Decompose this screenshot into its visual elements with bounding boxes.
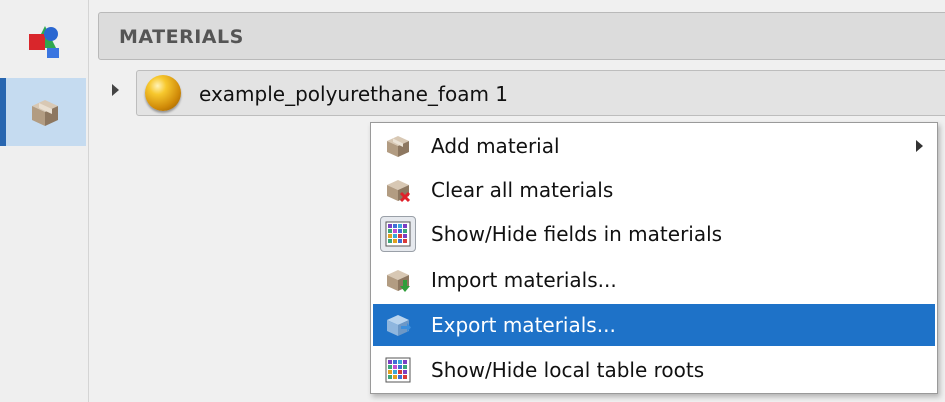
section-title: MATERIALS bbox=[119, 26, 244, 48]
menu-item-add-material[interactable]: Add material bbox=[373, 125, 935, 167]
grid-toggle-icon bbox=[385, 221, 411, 247]
menu-item-label: Add material bbox=[431, 134, 560, 158]
tree-row[interactable]: example_polyurethane_foam 1 bbox=[98, 70, 945, 116]
submenu-arrow-icon bbox=[916, 140, 923, 152]
material-sphere-icon bbox=[145, 75, 181, 111]
material-label: example_polyurethane_foam 1 bbox=[199, 82, 509, 106]
context-menu: Add material Clear all materials Show/Hi… bbox=[370, 122, 938, 394]
box-icon bbox=[32, 100, 58, 126]
box-export-icon bbox=[387, 315, 411, 336]
expand-arrow-icon[interactable] bbox=[112, 84, 119, 96]
menu-item-show-hide-local-table-roots[interactable]: Show/Hide local table roots bbox=[373, 349, 935, 391]
box-icon bbox=[387, 136, 409, 157]
sidebar-geometry-button[interactable] bbox=[4, 8, 86, 76]
material-node[interactable]: example_polyurethane_foam 1 bbox=[136, 70, 945, 116]
menu-item-label: Show/Hide fields in materials bbox=[431, 222, 723, 246]
menu-item-label: Show/Hide local table roots bbox=[431, 358, 705, 382]
menu-item-import-materials[interactable]: Import materials... bbox=[373, 259, 935, 301]
box-clear-icon bbox=[387, 180, 411, 203]
shapes-icon bbox=[29, 26, 59, 58]
left-sidebar bbox=[0, 0, 89, 402]
menu-item-label: Export materials... bbox=[431, 313, 616, 337]
checked-frame bbox=[380, 216, 416, 252]
sidebar-materials-button[interactable] bbox=[0, 78, 86, 146]
section-header[interactable]: MATERIALS bbox=[98, 12, 945, 60]
menu-item-clear-all-materials[interactable]: Clear all materials bbox=[373, 169, 935, 211]
menu-item-label: Import materials... bbox=[431, 268, 617, 292]
menu-item-export-materials[interactable]: Export materials... bbox=[373, 304, 935, 346]
grid-icon bbox=[385, 357, 411, 383]
menu-item-show-hide-fields[interactable]: Show/Hide fields in materials bbox=[373, 213, 935, 255]
box-import-icon bbox=[387, 270, 410, 292]
menu-item-label: Clear all materials bbox=[431, 178, 614, 202]
